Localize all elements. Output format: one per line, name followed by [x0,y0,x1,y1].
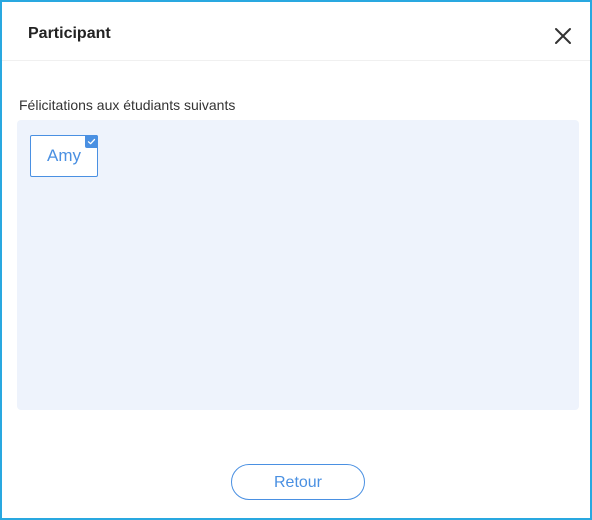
close-button[interactable] [551,24,575,48]
student-list: Amy [17,120,579,410]
student-chip-amy[interactable]: Amy [30,135,98,177]
dialog-title: Participant [28,25,111,42]
participant-dialog: Participant Félicitations aux étudiants … [0,0,592,520]
dialog-header: Participant [2,2,590,61]
congratulations-label: Félicitations aux étudiants suivants [19,97,236,113]
close-icon [555,28,571,44]
checkmark-icon [85,135,98,148]
back-button[interactable]: Retour [231,464,365,500]
